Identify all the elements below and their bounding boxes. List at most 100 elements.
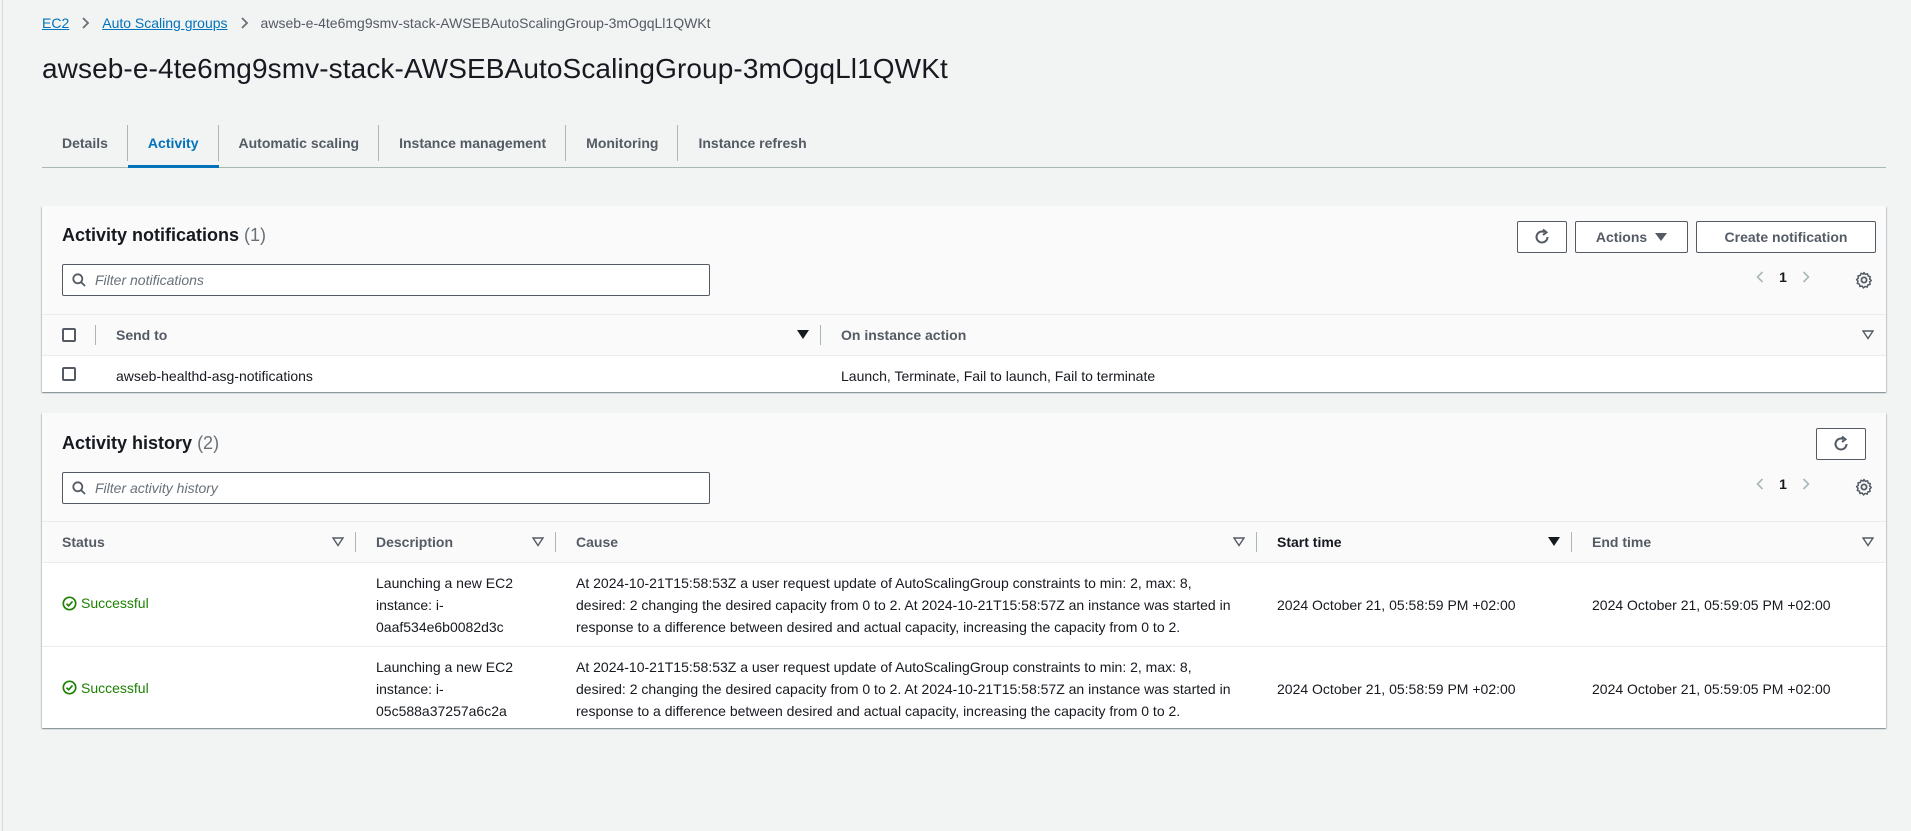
filter-activity-history-input[interactable] [95, 480, 695, 496]
panel-header: Activity notifications (1) Actions Creat… [42, 206, 1886, 314]
table-row[interactable]: awseb-healthd-asg-notifications Launch, … [42, 356, 1886, 396]
tab-label: Instance management [399, 135, 547, 151]
item-count: (2) [197, 433, 220, 453]
select-all-checkbox[interactable] [62, 328, 76, 342]
column-header-start-time[interactable]: Start time [1257, 521, 1572, 563]
tab-label: Activity [147, 135, 199, 151]
column-label: On instance action [841, 327, 967, 343]
tab-instance-refresh[interactable]: Instance refresh [678, 119, 826, 167]
table-row[interactable]: Successful Launching a new EC2 instance:… [42, 562, 1886, 647]
column-label: End time [1592, 534, 1652, 550]
search-icon [63, 481, 95, 495]
status-cell: Successful [42, 647, 356, 731]
filter-notifications-field[interactable] [62, 264, 710, 296]
column-label: Send to [116, 327, 168, 343]
page-number[interactable]: 1 [1771, 269, 1795, 285]
tab-details[interactable]: Details [42, 119, 128, 167]
activity-history-table: Status Description Cause Start time End … [42, 521, 1886, 731]
column-header-end-time[interactable]: End time [1572, 521, 1886, 563]
tab-label: Automatic scaling [238, 135, 360, 151]
chevron-left-icon[interactable] [1749, 271, 1771, 283]
chevron-right-icon [240, 17, 249, 29]
sort-descending-icon[interactable] [1548, 537, 1560, 547]
check-circle-icon [62, 596, 77, 611]
activity-history-panel: Activity history (2) 1 [42, 413, 1886, 728]
actions-dropdown-button[interactable]: Actions [1575, 221, 1688, 253]
breadcrumb-auto-scaling-groups[interactable]: Auto Scaling groups [102, 15, 227, 31]
table-row[interactable]: Successful Launching a new EC2 instance:… [42, 647, 1886, 731]
column-header-cause[interactable]: Cause [556, 521, 1257, 563]
row-checkbox[interactable] [62, 366, 76, 381]
sort-descending-icon[interactable] [797, 330, 809, 340]
tab-label: Instance refresh [698, 135, 807, 151]
page-number[interactable]: 1 [1771, 476, 1795, 492]
refresh-icon [1834, 435, 1848, 451]
panel-title: Activity notifications (1) [62, 225, 266, 246]
breadcrumb-ec2[interactable]: EC2 [42, 15, 69, 31]
create-notification-label: Create notification [1724, 229, 1848, 245]
tab-activity[interactable]: Activity [127, 119, 219, 168]
start-time-cell: 2024 October 21, 05:58:59 PM +02:00 [1277, 680, 1516, 697]
gear-icon[interactable] [1852, 475, 1876, 499]
column-header-status[interactable]: Status [42, 521, 356, 563]
pagination: 1 [1749, 269, 1817, 285]
column-header-on-instance-action[interactable]: On instance action [821, 314, 1886, 356]
tab-instance-management[interactable]: Instance management [379, 119, 567, 167]
tab-monitoring[interactable]: Monitoring [566, 119, 679, 167]
tab-bar: Details Activity Automatic scaling Insta… [42, 119, 1886, 168]
table-header-row: Status Description Cause Start time End … [42, 521, 1886, 563]
refresh-button[interactable] [1816, 428, 1866, 460]
panel-header: Activity history (2) 1 [42, 413, 1886, 521]
page-title: awseb-e-4te6mg9smv-stack-AWSEBAutoScalin… [42, 53, 948, 84]
tab-label: Monitoring [586, 135, 659, 151]
tab-automatic-scaling[interactable]: Automatic scaling [219, 119, 380, 167]
end-time-cell: 2024 October 21, 05:59:05 PM +02:00 [1592, 680, 1831, 697]
column-label: Cause [576, 534, 619, 550]
pagination: 1 [1749, 476, 1817, 492]
status-text: Successful [81, 595, 149, 612]
chevron-right-icon [81, 17, 90, 29]
start-time-cell: 2024 October 21, 05:58:59 PM +02:00 [1257, 562, 1572, 647]
instance-action-cell: Launch, Terminate, Fail to launch, Fail … [841, 367, 1156, 384]
breadcrumb-current: awseb-e-4te6mg9smv-stack-AWSEBAutoScalin… [260, 15, 711, 31]
refresh-button[interactable] [1517, 221, 1567, 253]
gear-icon[interactable] [1852, 268, 1876, 292]
send-to-cell: awseb-healthd-asg-notifications [116, 367, 313, 384]
chevron-right-icon[interactable] [1795, 271, 1817, 283]
description-cell: Launching a new EC2 instance: i-0aaf534e… [356, 562, 556, 647]
select-all-header [42, 314, 96, 356]
panel-title-text: Activity history [62, 433, 193, 453]
status-badge: Successful [62, 592, 149, 614]
column-header-description[interactable]: Description [356, 521, 556, 563]
tab-label: Details [62, 135, 108, 151]
cause-cell: At 2024-10-21T15:58:53Z a user request u… [576, 658, 1231, 719]
column-label: Start time [1277, 534, 1342, 550]
sort-icon[interactable] [332, 537, 344, 547]
actions-label: Actions [1595, 229, 1648, 245]
sort-icon[interactable] [1862, 330, 1874, 340]
status-text: Successful [81, 679, 149, 696]
panel-title: Activity history (2) [62, 433, 219, 454]
left-border [2, 0, 3, 831]
chevron-left-icon[interactable] [1749, 478, 1771, 490]
chevron-right-icon[interactable] [1795, 478, 1817, 490]
item-count: (1) [244, 225, 267, 245]
breadcrumb: EC2 Auto Scaling groups awseb-e-4te6mg9s… [42, 15, 711, 31]
activity-notifications-panel: Activity notifications (1) Actions Creat… [42, 206, 1886, 392]
column-label: Status [62, 534, 105, 550]
status-cell: Successful [42, 562, 356, 647]
sort-icon[interactable] [1233, 537, 1245, 547]
column-header-send-to[interactable]: Send to [96, 314, 821, 356]
check-circle-icon [62, 680, 77, 695]
filter-notifications-input[interactable] [95, 272, 695, 288]
status-badge: Successful [62, 677, 149, 699]
create-notification-button[interactable]: Create notification [1696, 221, 1876, 253]
sort-icon[interactable] [532, 537, 544, 547]
end-time-cell: 2024 October 21, 05:59:05 PM +02:00 [1572, 562, 1886, 647]
filter-activity-history-field[interactable] [62, 472, 710, 504]
notifications-table: Send to On instance action awseb-healthd… [42, 314, 1886, 396]
panel-title-text: Activity notifications [62, 225, 240, 245]
cause-cell: At 2024-10-21T15:58:53Z a user request u… [556, 562, 1257, 647]
sort-icon[interactable] [1862, 537, 1874, 547]
refresh-icon [1535, 228, 1549, 244]
